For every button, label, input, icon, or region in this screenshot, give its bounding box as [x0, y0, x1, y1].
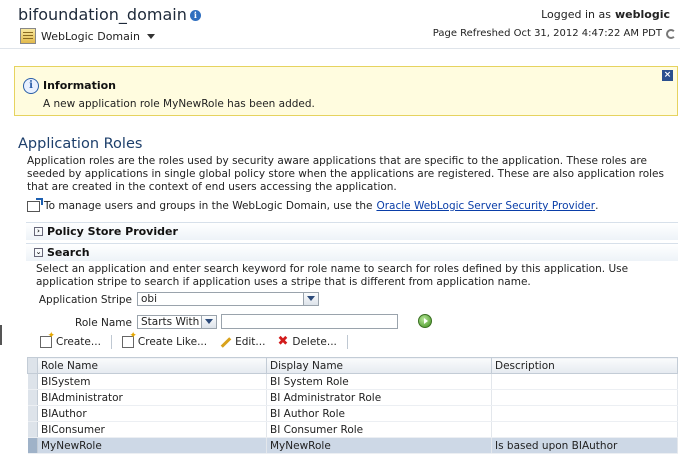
- page-title: Application Roles: [18, 136, 143, 152]
- domain-title: bifoundation_domain: [18, 5, 187, 24]
- search-section[interactable]: ⌄ Search: [26, 243, 678, 261]
- toolbar-separator: [346, 335, 348, 349]
- description-cell: [491, 421, 678, 438]
- collapse-icon[interactable]: ⌄: [34, 248, 43, 257]
- section-title: Search: [47, 246, 90, 259]
- table-header-row: Role Name Display Name Description: [27, 357, 678, 374]
- information-message-box: i Information A new application role MyN…: [14, 66, 678, 116]
- column-header-description[interactable]: Description: [491, 357, 678, 374]
- weblogic-domain-menu[interactable]: WebLogic Domain: [20, 28, 155, 44]
- info-icon[interactable]: i: [189, 10, 201, 21]
- user-name[interactable]: weblogic: [615, 8, 670, 21]
- delete-button[interactable]: ✖ Delete...: [271, 334, 342, 349]
- row-selector[interactable]: [27, 437, 38, 454]
- display-name-cell: BI Consumer Role: [266, 421, 492, 438]
- application-stripe-value: obi: [141, 293, 158, 305]
- role-name-cell: MyNewRole: [37, 437, 267, 454]
- row-selector[interactable]: [27, 389, 38, 406]
- login-info: Logged in as weblogic: [541, 8, 670, 21]
- table-row[interactable]: BIAdministrator BI Administrator Role: [27, 389, 678, 406]
- delete-icon: ✖: [277, 334, 289, 349]
- row-selector[interactable]: [27, 373, 38, 390]
- page-header-title: bifoundation_domain i: [18, 5, 201, 24]
- role-name-input[interactable]: [221, 314, 398, 329]
- create-like-icon: [121, 331, 137, 348]
- domain-icon: [20, 28, 36, 44]
- delete-label: Delete...: [292, 336, 337, 348]
- refreshed-text: Page Refreshed Oct 31, 2012 4:47:22 AM P…: [432, 28, 662, 39]
- create-icon: [40, 331, 55, 348]
- section-title: Policy Store Provider: [47, 225, 178, 238]
- manage-text: To manage users and groups in the WebLog…: [44, 200, 373, 212]
- security-provider-link[interactable]: Oracle WebLogic Server Security Provider: [376, 200, 595, 212]
- chevron-down-icon[interactable]: [303, 293, 318, 305]
- logged-in-label: Logged in as: [541, 8, 611, 21]
- info-message: A new application role MyNewRole has bee…: [43, 98, 315, 110]
- description-cell: Is based upon BIAuthor: [491, 437, 678, 454]
- create-label: Create...: [56, 336, 101, 348]
- manage-users-note: To manage users and groups in the WebLog…: [27, 197, 599, 212]
- manage-end: .: [595, 200, 599, 212]
- role-name-label: Role Name: [75, 317, 132, 329]
- row-selector[interactable]: [27, 405, 38, 422]
- row-header-cell: [27, 357, 38, 374]
- policy-store-provider-section[interactable]: › Policy Store Provider: [26, 222, 678, 240]
- table-row[interactable]: BISystem BI System Role: [27, 373, 678, 390]
- search-description: Select an application and enter search k…: [36, 263, 629, 288]
- chevron-down-icon[interactable]: [201, 316, 216, 328]
- header-divider: [0, 48, 680, 49]
- table-row[interactable]: BIAuthor BI Author Role: [27, 405, 678, 422]
- display-name-cell: MyNewRole: [266, 437, 492, 454]
- role-name-cell: BIAdministrator: [37, 389, 267, 406]
- external-link-icon: [27, 197, 43, 212]
- create-like-button[interactable]: Create Like...: [116, 331, 213, 348]
- create-button[interactable]: Create...: [34, 331, 107, 348]
- edit-label: Edit...: [235, 336, 266, 348]
- refresh-icon[interactable]: [666, 28, 676, 39]
- table-row[interactable]: BIConsumer BI Consumer Role: [27, 421, 678, 438]
- display-name-cell: BI System Role: [266, 373, 492, 390]
- page-description: Application roles are the roles used by …: [27, 155, 664, 193]
- pencil-icon: [219, 336, 231, 348]
- page-refreshed: Page Refreshed Oct 31, 2012 4:47:22 AM P…: [433, 28, 676, 39]
- splitter-handle[interactable]: [0, 325, 2, 345]
- column-header-display-name[interactable]: Display Name: [266, 357, 492, 374]
- chevron-down-icon: [146, 33, 155, 39]
- toolbar-separator: [110, 335, 112, 349]
- application-stripe-select[interactable]: obi: [137, 292, 319, 306]
- role-name-cell: BIConsumer: [37, 421, 267, 438]
- display-name-cell: BI Administrator Role: [266, 389, 492, 406]
- display-name-cell: BI Author Role: [266, 405, 492, 422]
- roles-toolbar: Create... Create Like... Edit... ✖ Delet…: [34, 331, 352, 349]
- role-name-cell: BISystem: [37, 373, 267, 390]
- column-header-role-name[interactable]: Role Name: [37, 357, 267, 374]
- edit-button[interactable]: Edit...: [213, 336, 271, 348]
- info-title: Information: [43, 79, 116, 92]
- search-go-icon[interactable]: [418, 314, 432, 328]
- application-roles-table: Role Name Display Name Description BISys…: [27, 357, 678, 454]
- info-icon: i: [23, 78, 39, 94]
- application-stripe-label: Application Stripe: [38, 294, 132, 306]
- close-icon[interactable]: ×: [662, 70, 673, 81]
- create-like-label: Create Like...: [137, 336, 208, 348]
- operator-value: Starts With: [141, 316, 200, 328]
- description-cell: [491, 373, 678, 390]
- description-cell: [491, 405, 678, 422]
- description-cell: [491, 389, 678, 406]
- role-name-operator-select[interactable]: Starts With: [137, 315, 217, 329]
- domain-menu-label: WebLogic Domain: [41, 29, 140, 43]
- role-name-cell: BIAuthor: [37, 405, 267, 422]
- table-row-selected[interactable]: MyNewRole MyNewRole Is based upon BIAuth…: [27, 437, 678, 454]
- expand-icon[interactable]: ›: [34, 227, 43, 236]
- row-selector[interactable]: [27, 421, 38, 438]
